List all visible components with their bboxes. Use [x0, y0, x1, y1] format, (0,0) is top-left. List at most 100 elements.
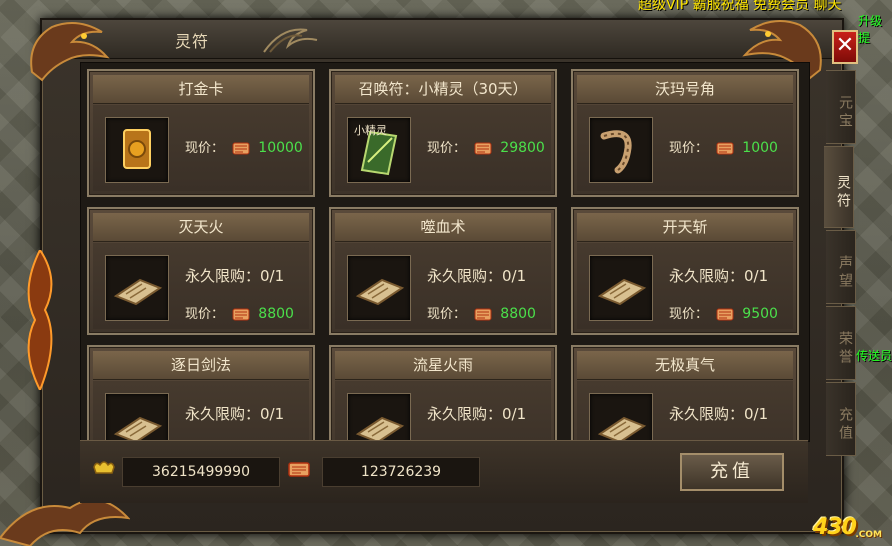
shop-item-card[interactable]: 开天斩 永久限购：0/1 现价： 9500	[571, 207, 799, 335]
price-row: 现价： 9500	[669, 303, 778, 322]
window-title: 灵符	[175, 32, 210, 51]
title-ornament-icon	[263, 28, 318, 53]
coupon-icon	[716, 142, 734, 155]
purchase-limit-row: 永久限购：0/1	[669, 265, 768, 286]
item-name: 逐日剑法	[93, 351, 309, 380]
item-name: 打金卡	[93, 75, 309, 104]
shop-item-card[interactable]: 打金卡 现价： 10000	[87, 69, 315, 197]
item-slot[interactable]	[105, 255, 169, 321]
item-name: 沃玛号角	[577, 75, 793, 104]
skill-book-icon	[113, 416, 163, 441]
price-row: 现价： 29800	[427, 137, 545, 156]
limit-label: 永久限购：	[669, 267, 745, 285]
tab-honor[interactable]: 荣誉	[826, 306, 856, 380]
tab-reputation[interactable]: 声望	[826, 230, 856, 304]
price-label: 现价：	[185, 141, 225, 156]
limit-value: 0/1	[744, 267, 769, 285]
price-row: 现价： 1000	[669, 137, 778, 156]
item-name: 噬血术	[335, 213, 551, 242]
price-row: 现价： 8800	[185, 303, 294, 322]
skill-book-icon	[355, 416, 405, 441]
site-watermark: 430 .COM	[802, 515, 886, 544]
coupon-icon	[716, 308, 734, 321]
limit-label: 永久限购：	[427, 267, 503, 285]
shop-item-card[interactable]: 流星火雨 永久限购：0/1	[329, 345, 557, 441]
item-name: 流星火雨	[335, 351, 551, 380]
shop-item-card[interactable]: 无极真气 永久限购：0/1	[571, 345, 799, 441]
purchase-limit-row: 永久限购：0/1	[185, 265, 284, 286]
tab-talisman[interactable]: 灵符	[824, 146, 854, 228]
slot-text: 小精灵	[354, 124, 387, 137]
price-value: 10000	[258, 140, 303, 156]
price-row: 现价： 8800	[427, 303, 536, 322]
window-titlebar[interactable]: 灵符	[42, 20, 842, 59]
limit-value: 0/1	[502, 267, 527, 285]
skill-book-icon	[355, 278, 405, 306]
price-row: 现价： 10000	[185, 137, 303, 156]
coupon-icon	[288, 462, 310, 477]
tab-recharge[interactable]: 充值	[826, 382, 856, 456]
limit-value: 0/1	[260, 405, 285, 423]
skill-book-icon	[597, 416, 647, 441]
item-name: 开天斩	[577, 213, 793, 242]
close-button[interactable]: ✕	[832, 30, 858, 64]
coupon-balance: 123726239	[322, 457, 480, 487]
coupon-icon	[232, 142, 250, 155]
item-name: 无极真气	[577, 351, 793, 380]
coupon-icon	[232, 308, 250, 321]
shop-item-card[interactable]: 沃玛号角 现价： 1000	[571, 69, 799, 197]
price-value: 8800	[500, 306, 536, 322]
purchase-limit-row: 永久限购：0/1	[185, 403, 284, 424]
shop-item-card[interactable]: 逐日剑法 永久限购：0/1	[87, 345, 315, 441]
purchase-limit-row: 永久限购：0/1	[427, 265, 526, 286]
woma-horn-icon	[600, 130, 632, 174]
item-slot[interactable]	[105, 393, 169, 441]
item-slot[interactable]	[347, 393, 411, 441]
item-name: 灭天火	[93, 213, 309, 242]
coupon-icon	[474, 142, 492, 155]
flame-ornament-icon	[27, 250, 53, 390]
limit-value: 0/1	[260, 267, 285, 285]
limit-label: 永久限购：	[185, 405, 261, 423]
tab-yuanbao[interactable]: 元宝	[826, 70, 856, 144]
price-label: 现价：	[427, 141, 467, 156]
recharge-button[interactable]: 充值	[680, 453, 784, 491]
watermark-number: 430	[813, 515, 857, 540]
coupon-icon	[474, 308, 492, 321]
item-name: 召唤符：小精灵（30天）	[335, 75, 551, 104]
gold-ingot-icon	[93, 461, 115, 474]
price-label: 现价：	[669, 141, 709, 156]
price-value: 8800	[258, 306, 294, 322]
price-value: 9500	[742, 306, 778, 322]
gold-card-icon	[123, 129, 151, 169]
currency-bar: 36215499990 123726239 充值	[80, 440, 808, 503]
item-grid[interactable]: 打金卡 现价： 10000 召唤符：小精灵（30天） 小精灵 现价： 29800…	[80, 62, 810, 442]
item-slot[interactable]	[347, 255, 411, 321]
item-slot[interactable]: 小精灵	[347, 117, 411, 183]
price-label: 现价：	[669, 307, 709, 322]
gold-balance: 36215499990	[122, 457, 280, 487]
shop-item-card[interactable]: 召唤符：小精灵（30天） 小精灵 现价： 29800	[329, 69, 557, 197]
item-slot[interactable]	[589, 117, 653, 183]
price-label: 现价：	[427, 307, 467, 322]
shop-item-card[interactable]: 灭天火 永久限购：0/1 现价： 8800	[87, 207, 315, 335]
limit-value: 0/1	[744, 405, 769, 423]
limit-label: 永久限购：	[669, 405, 745, 423]
price-value: 29800	[500, 140, 545, 156]
limit-label: 永久限购：	[185, 267, 261, 285]
skill-book-icon	[597, 278, 647, 306]
shop-item-card[interactable]: 噬血术 永久限购：0/1 现价： 8800	[329, 207, 557, 335]
npc-teleporter-label: 传送员	[856, 349, 892, 363]
world-green-text: 升级提	[858, 14, 883, 45]
item-slot[interactable]	[589, 393, 653, 441]
watermark-suffix: .COM	[855, 530, 882, 540]
price-label: 现价：	[185, 307, 225, 322]
skill-book-icon	[113, 278, 163, 306]
purchase-limit-row: 永久限购：0/1	[669, 403, 768, 424]
limit-label: 永久限购：	[427, 405, 503, 423]
limit-value: 0/1	[502, 405, 527, 423]
item-slot[interactable]	[105, 117, 169, 183]
item-slot[interactable]	[589, 255, 653, 321]
purchase-limit-row: 永久限购：0/1	[427, 403, 526, 424]
price-value: 1000	[742, 140, 778, 156]
